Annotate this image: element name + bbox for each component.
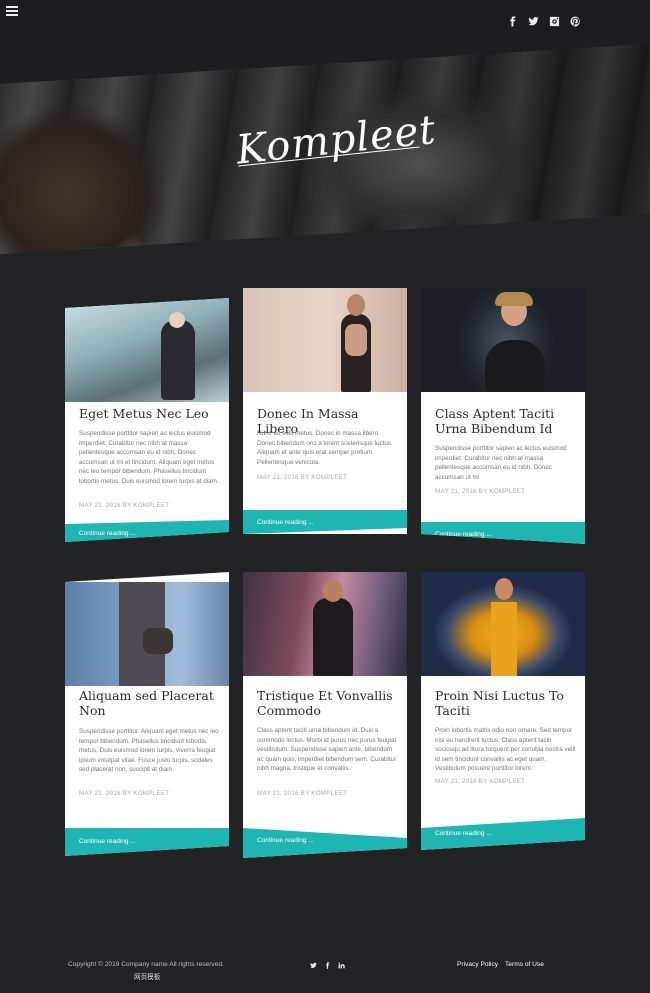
twitter-icon[interactable] [527,14,539,28]
continue-reading-button[interactable]: Continue reading ... [65,520,229,542]
linkedin-icon[interactable] [337,960,345,970]
footer-social-links [309,960,345,970]
post-meta: MAY 21, 2016 BY KOMPLEET [435,488,526,495]
post-card: Aliquam sed Placerat Non Suspendisse por… [65,572,229,856]
continue-reading-button[interactable]: Continue reading ... [65,828,229,856]
post-image-man-leather-jacket[interactable] [243,572,407,676]
pinterest-icon[interactable] [569,14,581,28]
continue-reading-button[interactable]: Continue reading ... [421,522,585,544]
post-meta: MAY 21, 2016 BY KOMPLEET [257,474,348,481]
facebook-icon[interactable] [506,14,518,28]
post-excerpt: Suspendisse porttitor sapien ac lectus e… [435,445,567,481]
terms-of-use-link[interactable]: Terms of Use [505,961,544,968]
post-card: Eget Metus Nec Leo Suspendisse porttitor… [65,298,229,542]
post-title[interactable]: Proin Nisi Luctus To Taciti [435,688,575,718]
twitter-icon[interactable] [309,960,317,970]
post-image-woman-denim-jacket[interactable] [65,582,229,686]
post-meta: MAY 21, 2016 BY KOMPLEET [79,502,170,509]
post-image-woman-yellow-paint[interactable] [421,572,585,676]
post-card: Donec In Massa Libero Nunc eu velit metu… [243,288,407,534]
post-title[interactable]: Tristique Et Vonvallis Commodo [257,688,397,718]
post-card: Tristique Et Vonvallis Commodo Class apt… [243,572,407,858]
facebook-icon[interactable] [323,960,331,970]
footer-links: Privacy Policy Terms of Use [457,961,544,968]
post-excerpt: Suspendisse porttitor. Aliquam eget metu… [79,728,219,774]
post-excerpt: Suspendisse porttitor sapien ac lectus e… [79,430,219,485]
post-card: Proin Nisi Luctus To Taciti Proin lobort… [421,572,585,850]
post-title[interactable]: Class Aptent Taciti Urna Bibendum Id [435,406,575,436]
post-image-woman-fur-coat[interactable] [421,288,585,392]
copyright-text: Copyright © 2019 Company name All rights… [68,961,224,968]
post-excerpt: Nunc eu velit metus. Donec in massa libe… [257,430,393,466]
post-meta: MAY 21, 2016 BY KOMPLEET [257,790,348,797]
privacy-policy-link[interactable]: Privacy Policy [457,961,498,968]
post-card: Class Aptent Taciti Urna Bibendum Id Sus… [421,288,585,544]
post-excerpt: Proin lobortis mattis odio non ornare. S… [435,727,576,773]
post-title[interactable]: Eget Metus Nec Leo [79,406,219,421]
instagram-icon[interactable] [548,14,560,28]
template-link[interactable]: 网页模板 [134,971,160,981]
continue-reading-button[interactable]: Continue reading ... [421,818,585,850]
post-meta: MAY 21, 2016 BY KOMPLEET [79,790,170,797]
continue-reading-button[interactable]: Continue reading ... [243,828,407,858]
post-image-woman-snow[interactable] [65,298,229,402]
post-title[interactable]: Aliquam sed Placerat Non [79,688,219,718]
post-meta: MAY 21, 2016 BY KOMPLEET [435,778,526,785]
header-social-links [506,14,581,28]
continue-reading-button[interactable]: Continue reading ... [243,510,407,534]
hamburger-menu-icon[interactable] [6,6,18,16]
post-excerpt: Class aptent taciti urna bibendum id. Du… [257,727,397,773]
post-image-woman-backless-dress[interactable] [243,288,407,392]
